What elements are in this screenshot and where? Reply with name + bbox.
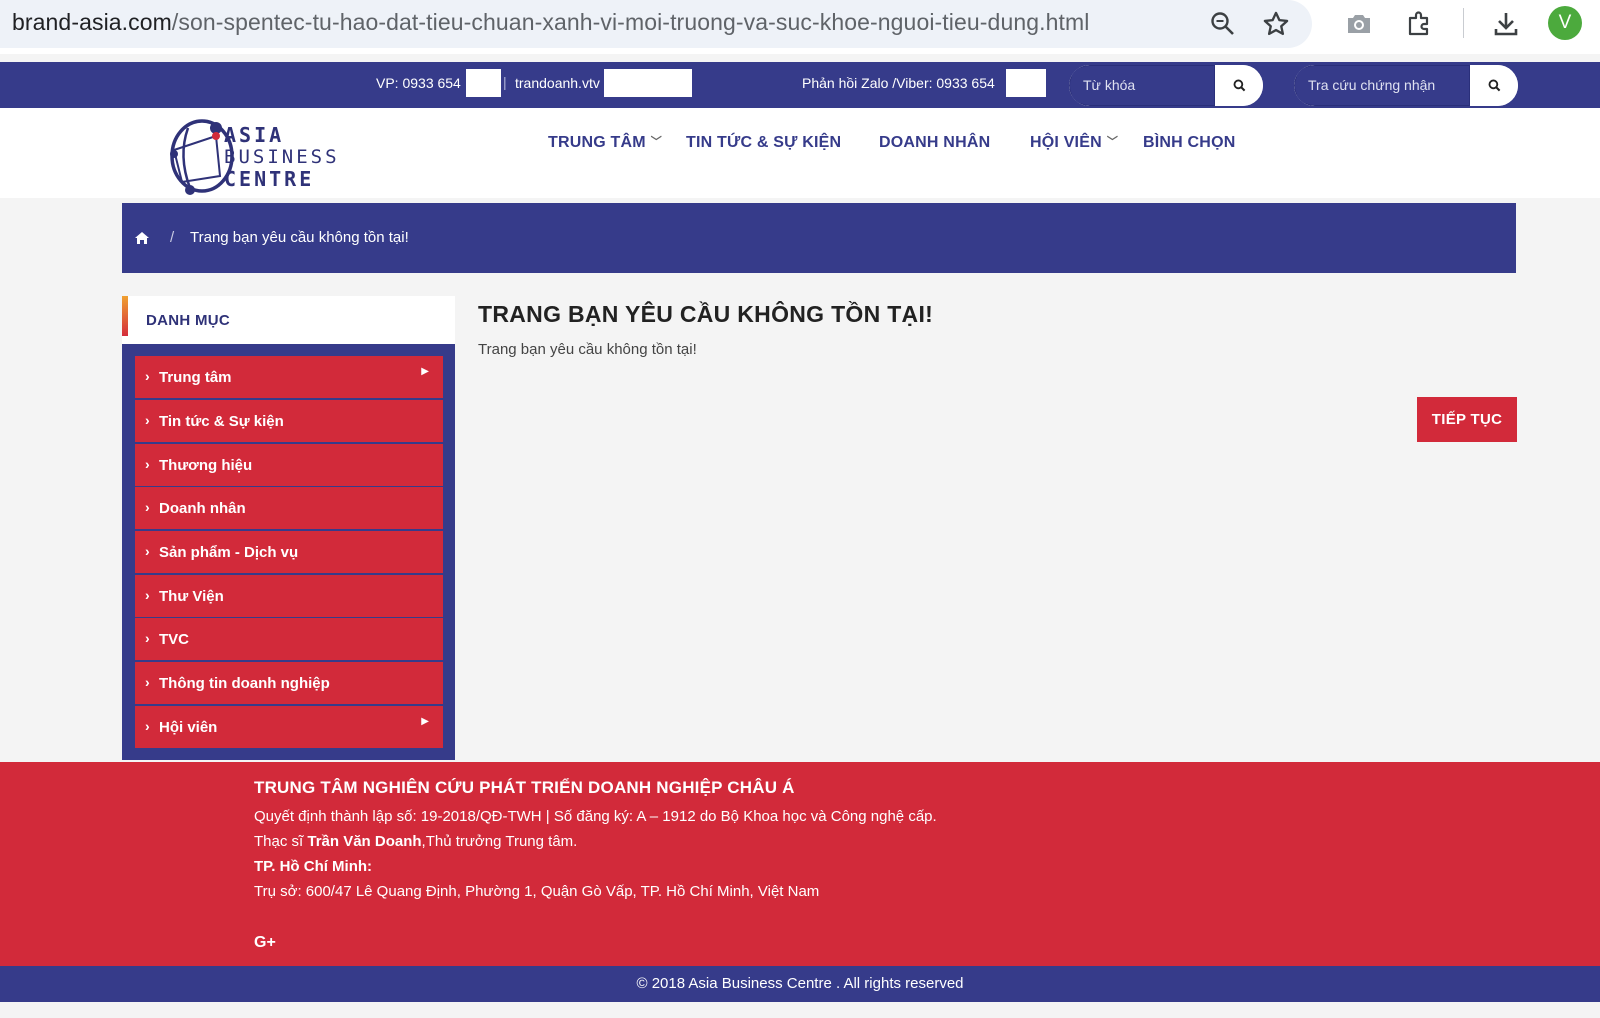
search-icon (1233, 79, 1245, 92)
chevron-right-icon: › (145, 674, 150, 690)
footer-city: TP. Hồ Chí Minh: (254, 858, 373, 875)
camera-icon[interactable] (1341, 6, 1377, 42)
nav-item-tin-tuc[interactable]: TIN TỨC & SỰ KIỆN (686, 134, 841, 152)
sidebar-item-label: Trung tâm (159, 369, 232, 386)
nav-item-trung-tam[interactable]: TRUNG TÂM ﹀ (548, 134, 662, 152)
breadcrumb: / Trang bạn yêu cầu không tồn tại! (122, 203, 1516, 273)
url-host: brand-asia.com (12, 9, 172, 35)
lookup-button[interactable] (1470, 65, 1518, 106)
sidebar-item-thuong-hieu[interactable]: › Thương hiệu (135, 444, 443, 486)
footer-org-name: TRUNG TÂM NGHIÊN CỨU PHÁT TRIỂN DOANH NG… (254, 778, 795, 797)
director-prefix: Thạc sĩ (254, 833, 308, 850)
director-name: Trần Văn Doanh (307, 833, 422, 850)
sidebar-item-trung-tam[interactable]: › Trung tâm ▶ (135, 356, 443, 398)
logo-line-centre: CENTRE (224, 167, 315, 191)
caret-right-icon: ▶ (421, 716, 429, 727)
sidebar-item-label: Thư Viện (159, 588, 224, 605)
home-icon[interactable] (134, 231, 150, 250)
continue-button[interactable]: TIẾP TỤC (1417, 397, 1517, 442)
search-button[interactable] (1215, 65, 1263, 106)
copyright-bar: © 2018 Asia Business Centre . All rights… (0, 966, 1600, 1002)
sidebar-item-thu-vien[interactable]: › Thư Viện (135, 575, 443, 617)
chevron-right-icon: › (145, 543, 150, 559)
redacted-block (466, 69, 501, 97)
extensions-icon[interactable] (1401, 6, 1437, 42)
nav-label: BÌNH CHỌN (1143, 134, 1236, 151)
sidebar-item-label: Thông tin doanh nghiệp (159, 675, 330, 692)
page-bottom (0, 1002, 1600, 1018)
lookup-placeholder: Tra cứu chứng nhận (1308, 77, 1436, 93)
chevron-right-icon: › (145, 499, 150, 515)
keyword-search: Từ khóa (1069, 65, 1263, 106)
search-icon (1488, 79, 1500, 92)
sidebar-item-san-pham[interactable]: › Sản phẩm - Dịch vụ (135, 531, 443, 573)
toolbar-divider (1463, 8, 1464, 38)
sidebar-item-tin-tuc[interactable]: › Tin tức & Sự kiện (135, 400, 443, 442)
sidebar-title: DANH MỤC (146, 312, 231, 329)
url-text[interactable]: brand-asia.com/son-spentec-tu-hao-dat-ti… (12, 9, 1089, 36)
footer-decision: Quyết định thành lập số: 19-2018/QĐ-TWH … (254, 808, 937, 825)
address-bar[interactable]: brand-asia.com/son-spentec-tu-hao-dat-ti… (0, 0, 1312, 48)
sidebar-item-doanh-nhan[interactable]: › Doanh nhân (135, 487, 443, 529)
nav-label: DOANH NHÂN (879, 134, 991, 151)
certificate-lookup: Tra cứu chứng nhận (1294, 65, 1518, 106)
director-suffix: ,Thủ trưởng Trung tâm. (421, 833, 578, 850)
sidebar-item-tvc[interactable]: › TVC (135, 618, 443, 660)
nav-label: TRUNG TÂM (548, 134, 646, 151)
nav-label: TIN TỨC & SỰ KIỆN (686, 134, 842, 151)
profile-avatar[interactable]: V (1548, 6, 1582, 40)
top-info-bar: VP: 0933 654 | trandoanh.vtv Phản hồi Za… (0, 62, 1600, 108)
footer-director: Thạc sĩ Trần Văn Doanh,Thủ trưởng Trung … (254, 833, 577, 850)
logo-wordmark: ASIA BUSINESS CENTRE (224, 124, 340, 190)
sidebar-item-hoi-vien[interactable]: › Hội viên ▶ (135, 706, 443, 748)
logo-line-asia: ASIA (224, 123, 285, 147)
chevron-right-icon: › (145, 630, 150, 646)
email-label: trandoanh.vtv (515, 75, 600, 91)
nav-item-binh-chon[interactable]: BÌNH CHỌN (1143, 134, 1235, 152)
breadcrumb-current: Trang bạn yêu cầu không tồn tại! (190, 229, 409, 246)
site-header: ASIA BUSINESS CENTRE TRUNG TÂM ﹀ TIN TỨC … (0, 108, 1600, 198)
zoom-icon[interactable] (1205, 6, 1241, 42)
breadcrumb-separator: / (170, 229, 175, 246)
sidebar-item-label: Doanh nhân (159, 500, 246, 517)
sidebar-item-label: Hội viên (159, 719, 218, 736)
google-plus-icon[interactable]: G+ (254, 934, 276, 952)
sidebar-item-label: Tin tức & Sự kiện (159, 413, 284, 430)
sidebar-header: DANH MỤC (122, 296, 455, 344)
nav-label: HỘI VIÊN (1030, 134, 1102, 151)
sidebar-menu: › Trung tâm ▶ › Tin tức & Sự kiện › Thương h… (122, 344, 455, 760)
redacted-block (604, 69, 692, 97)
chevron-down-icon: ﹀ (1106, 136, 1119, 148)
footer-address: Trụ sở: 600/47 Lê Quang Định, Phường 1, … (254, 883, 820, 900)
download-icon[interactable] (1488, 6, 1524, 42)
nav-item-doanh-nhan[interactable]: DOANH NHÂN (879, 134, 990, 152)
search-placeholder: Từ khóa (1083, 77, 1136, 93)
page-title: TRANG BẠN YÊU CẦU KHÔNG TỒN TẠI! (478, 301, 934, 327)
site-footer: TRUNG TÂM NGHIÊN CỨU PHÁT TRIỂN DOANH NG… (0, 762, 1600, 966)
nav-item-hoi-vien[interactable]: HỘI VIÊN ﹀ (1030, 134, 1118, 152)
url-path: /son-spentec-tu-hao-dat-tieu-chuan-xanh-… (171, 9, 1090, 35)
sidebar-item-label: TVC (159, 631, 189, 648)
chevron-right-icon: › (145, 718, 150, 734)
sidebar-item-label: Thương hiệu (159, 457, 253, 474)
error-message: Trang bạn yêu cầu không tồn tại! (478, 341, 697, 358)
sidebar-item-label: Sản phẩm - Dịch vụ (159, 544, 299, 561)
chevron-right-icon: › (145, 587, 150, 603)
star-icon[interactable] (1258, 6, 1294, 42)
chevron-down-icon: ﹀ (650, 136, 662, 148)
chevron-right-icon: › (145, 368, 150, 384)
caret-right-icon: ▶ (421, 366, 429, 377)
chevron-right-icon: › (145, 412, 150, 428)
redacted-block (1006, 69, 1046, 97)
sidebar-item-thong-tin[interactable]: › Thông tin doanh nghiệp (135, 662, 443, 704)
sidebar-accent-bar (122, 296, 128, 336)
divider-pipe: | (503, 74, 507, 90)
logo-line-business: BUSINESS (224, 146, 340, 168)
office-phone: VP: 0933 654 (376, 75, 461, 91)
chevron-right-icon: › (145, 456, 150, 472)
browser-toolbar: brand-asia.com/son-spentec-tu-hao-dat-ti… (0, 0, 1600, 54)
zalo-viber-label: Phản hồi Zalo /Viber: 0933 654 (802, 75, 995, 91)
site-logo[interactable]: ASIA BUSINESS CENTRE (168, 116, 343, 198)
